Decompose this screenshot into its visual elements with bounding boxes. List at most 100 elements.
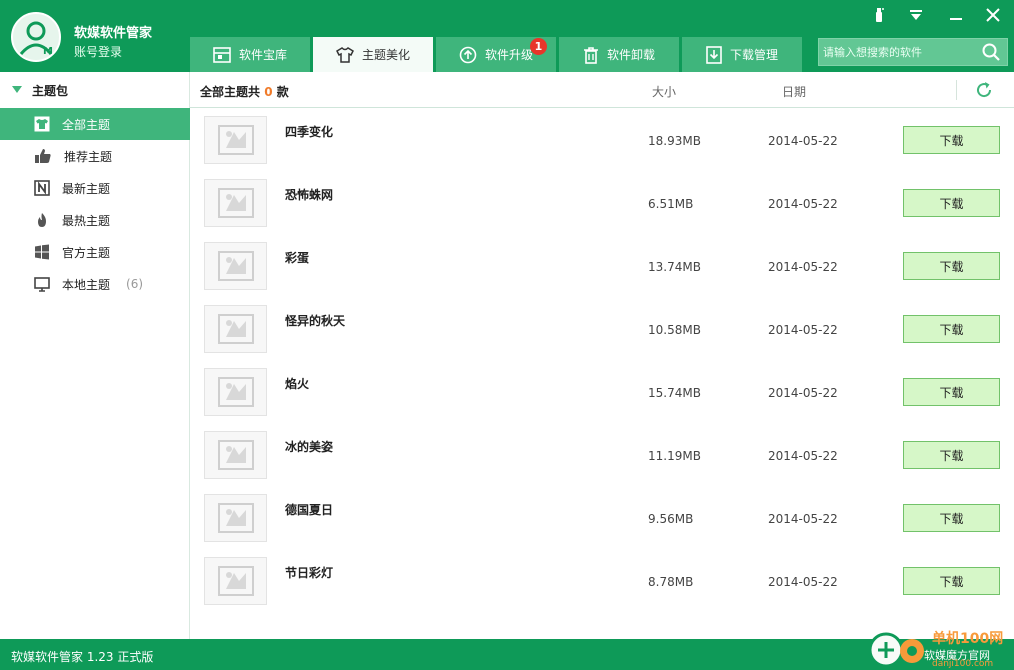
theme-name: 四季变化 xyxy=(285,125,334,139)
column-header-date[interactable]: 日期 xyxy=(782,83,806,100)
sidebar-item-official[interactable]: 官方主题 xyxy=(0,236,190,268)
tab-label: 软件卸载 xyxy=(606,48,655,62)
theme-date: 2014-05-22 xyxy=(768,197,838,211)
close-icon[interactable] xyxy=(982,5,1004,25)
theme-date: 2014-05-22 xyxy=(768,260,838,274)
placeholder-image-icon xyxy=(217,503,254,533)
table-row: 节日彩灯 8.78MB 2014-05-22 下载 xyxy=(190,550,1014,613)
list-title-prefix: 全部主题共 xyxy=(200,85,261,99)
tab-theme[interactable]: 主题美化 xyxy=(313,37,433,72)
theme-size: 9.56MB xyxy=(648,512,694,526)
placeholder-image-icon xyxy=(217,125,254,155)
placeholder-image-icon xyxy=(217,251,254,281)
sidebar-item-label: 本地主题 xyxy=(62,277,111,292)
theme-thumbnail[interactable] xyxy=(204,242,267,290)
table-row: 冰的美姿 11.19MB 2014-05-22 下载 xyxy=(190,424,1014,487)
new-icon xyxy=(34,180,50,196)
theme-thumbnail[interactable] xyxy=(204,179,267,227)
account-login-link[interactable]: 账号登录 xyxy=(74,43,122,60)
theme-thumbnail[interactable] xyxy=(204,116,267,164)
minimize-icon[interactable] xyxy=(945,5,967,25)
table-row: 怪异的秋天 10.58MB 2014-05-22 下载 xyxy=(190,298,1014,361)
watermark-url: danji100.com xyxy=(932,659,994,669)
download-button[interactable]: 下载 xyxy=(903,441,1000,469)
column-header-size[interactable]: 大小 xyxy=(652,83,676,100)
tab-uninstall[interactable]: 软件卸载 xyxy=(559,37,679,72)
sidebar-item-local[interactable]: 本地主题 (6) xyxy=(0,268,190,300)
title-bar: M 软媒软件管家 账号登录 软件宝库 主题美化 软件升级 1 软件卸载 下载管理 xyxy=(0,0,1014,72)
list-title-suffix: 款 xyxy=(276,85,289,99)
search-input[interactable] xyxy=(819,39,979,65)
upgrade-icon xyxy=(459,46,477,63)
theme-thumbnail[interactable] xyxy=(204,368,267,416)
download-button[interactable]: 下载 xyxy=(903,567,1000,595)
caret-down-icon xyxy=(12,86,22,93)
search-box xyxy=(818,38,1008,66)
watermark-title: 单机100网 xyxy=(932,631,1004,647)
skin-icon[interactable] xyxy=(868,5,890,25)
trash-icon xyxy=(583,46,598,64)
placeholder-image-icon xyxy=(217,314,254,344)
theme-name: 恐怖蛛网 xyxy=(285,188,334,202)
status-bar: 软媒软件管家 1.23 正式版 xyxy=(0,639,1014,670)
store-icon xyxy=(213,46,231,63)
tab-label: 主题美化 xyxy=(361,48,410,62)
theme-size: 10.58MB xyxy=(648,323,701,337)
theme-name: 冰的美姿 xyxy=(285,440,334,454)
download-button[interactable]: 下载 xyxy=(903,252,1000,280)
menu-dropdown-icon[interactable] xyxy=(905,5,927,25)
search-icon[interactable] xyxy=(981,42,1001,62)
download-button[interactable]: 下载 xyxy=(903,189,1000,217)
sidebar-item-hottest[interactable]: 最热主题 xyxy=(0,204,190,236)
theme-size: 18.93MB xyxy=(648,134,701,148)
monitor-icon xyxy=(34,277,50,292)
download-button[interactable]: 下载 xyxy=(903,378,1000,406)
placeholder-image-icon xyxy=(217,377,254,407)
sidebar-item-recommended[interactable]: 推荐主题 xyxy=(0,140,190,172)
tab-label: 软件升级 xyxy=(484,48,533,62)
theme-thumbnail[interactable] xyxy=(204,305,267,353)
placeholder-image-icon xyxy=(217,566,254,596)
tab-download-manager[interactable]: 下载管理 xyxy=(682,37,802,72)
fire-icon xyxy=(38,213,46,227)
theme-size: 6.51MB xyxy=(648,197,694,211)
download-button[interactable]: 下载 xyxy=(903,504,1000,532)
theme-count: 0 xyxy=(264,85,273,99)
theme-thumbnail[interactable] xyxy=(204,557,267,605)
sidebar-header-label: 主题包 xyxy=(32,83,69,98)
tab-software-store[interactable]: 软件宝库 xyxy=(190,37,310,72)
tab-label: 软件宝库 xyxy=(238,48,287,62)
local-theme-count: (6) xyxy=(126,277,144,291)
theme-size: 15.74MB xyxy=(648,386,701,400)
sidebar-item-label: 全部主题 xyxy=(62,117,111,132)
table-row: 焰火 15.74MB 2014-05-22 下载 xyxy=(190,361,1014,424)
list-title: 全部主题共 0 款 xyxy=(200,83,289,100)
table-row: 四季变化 18.93MB 2014-05-22 下载 xyxy=(190,109,1014,172)
theme-date: 2014-05-22 xyxy=(768,386,838,400)
download-button[interactable]: 下载 xyxy=(903,315,1000,343)
sidebar-header-theme-pack[interactable]: 主题包 xyxy=(0,72,190,108)
table-row: 德国夏日 9.56MB 2014-05-22 下载 xyxy=(190,487,1014,550)
theme-name: 彩蛋 xyxy=(285,251,310,265)
download-icon xyxy=(706,45,722,64)
table-row: 彩蛋 13.74MB 2014-05-22 下载 xyxy=(190,235,1014,298)
theme-thumbnail[interactable] xyxy=(204,431,267,479)
sidebar-item-label: 最热主题 xyxy=(62,213,111,228)
theme-thumbnail[interactable] xyxy=(204,494,267,542)
version-text: 软媒软件管家 1.23 正式版 xyxy=(11,650,154,664)
sidebar-item-label: 推荐主题 xyxy=(64,149,113,164)
theme-size: 11.19MB xyxy=(648,449,701,463)
watermark-logo-icon xyxy=(868,632,924,668)
windows-icon xyxy=(35,244,49,260)
refresh-icon[interactable] xyxy=(974,80,994,100)
user-icon: M xyxy=(19,21,53,57)
theme-date: 2014-05-22 xyxy=(768,449,838,463)
theme-date: 2014-05-22 xyxy=(768,134,838,148)
avatar[interactable]: M xyxy=(11,12,61,62)
sidebar-item-newest[interactable]: 最新主题 xyxy=(0,172,190,204)
svg-text:M: M xyxy=(43,46,53,57)
theme-name: 焰火 xyxy=(285,377,310,391)
download-button[interactable]: 下载 xyxy=(903,126,1000,154)
placeholder-image-icon xyxy=(217,188,254,218)
sidebar-item-all-themes[interactable]: 全部主题 xyxy=(0,108,190,140)
